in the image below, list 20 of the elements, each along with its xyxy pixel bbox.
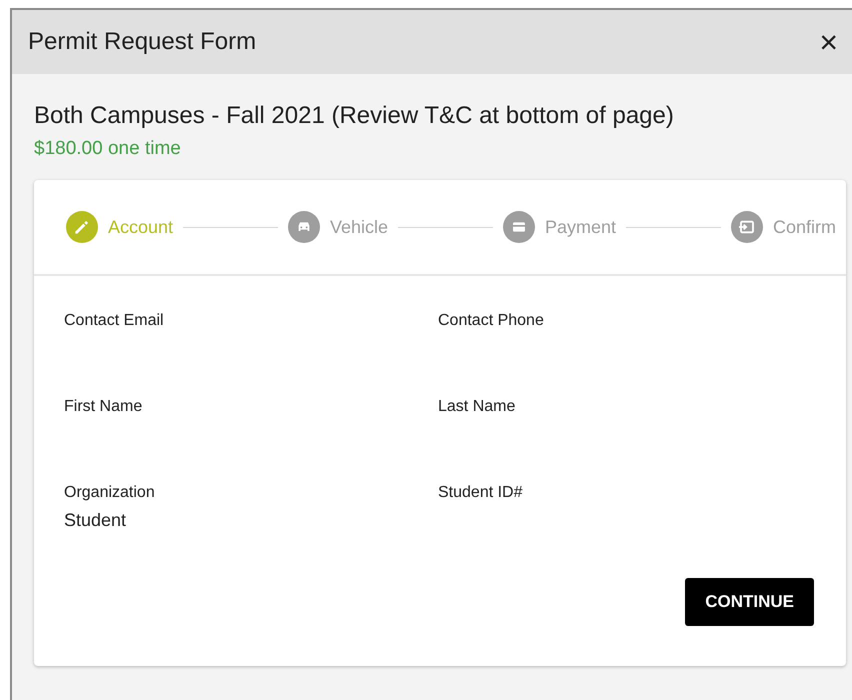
field-label: Last Name xyxy=(438,398,516,416)
field-value: Student xyxy=(64,510,128,531)
permit-title: Both Campuses - Fall 2021 (Review T&C at bottom of page) xyxy=(34,102,675,130)
enter-icon xyxy=(731,211,763,243)
field-label: Contact Phone xyxy=(438,312,545,330)
step-tab[interactable]: Confirm xyxy=(731,211,836,243)
field-label: Organization xyxy=(64,484,156,502)
step-tab[interactable]: Payment xyxy=(503,211,616,243)
field-label: Contact Email xyxy=(64,312,165,330)
close-button[interactable]: × xyxy=(819,26,838,58)
window-title: Permit Request Form xyxy=(28,28,256,56)
step-tab[interactable]: Account xyxy=(66,211,174,243)
field-label: First Name xyxy=(64,398,144,416)
price-text: $180.00 one time xyxy=(34,138,182,160)
continue-button[interactable]: CONTINUE xyxy=(685,578,814,626)
car-icon xyxy=(288,211,320,243)
step-tab[interactable]: Vehicle xyxy=(288,211,388,243)
field-label: Student ID# xyxy=(438,484,524,502)
card-icon xyxy=(503,211,535,243)
pencil-icon xyxy=(66,211,98,243)
